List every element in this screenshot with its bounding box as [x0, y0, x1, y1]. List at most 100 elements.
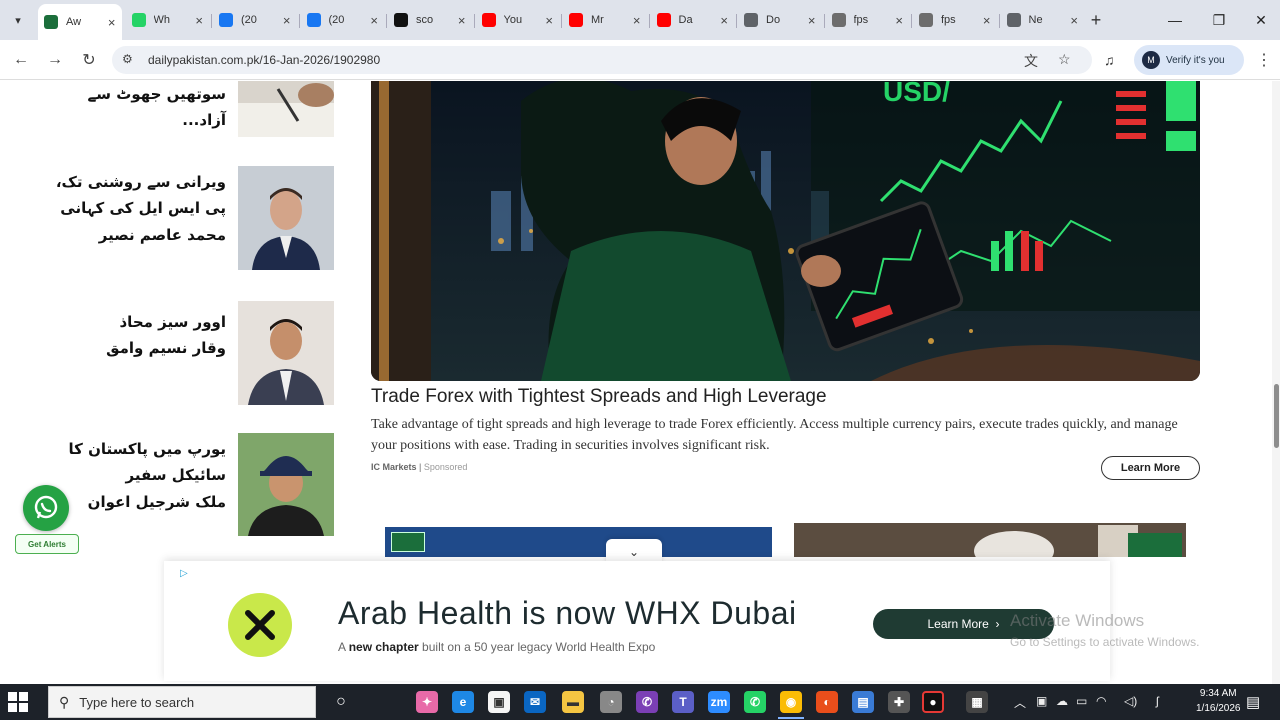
close-tab-icon[interactable]: × — [895, 13, 903, 28]
ad-title[interactable]: Trade Forex with Tightest Spreads and Hi… — [371, 386, 827, 408]
notifications-icon[interactable]: ▤ — [1246, 693, 1260, 711]
close-tab-icon[interactable]: × — [720, 13, 728, 28]
close-tab-icon[interactable]: × — [1070, 13, 1078, 28]
tab-title: sco — [416, 14, 434, 26]
sidebar-thumbnail[interactable] — [238, 166, 334, 270]
ad-advertiser: IC Markets — [371, 462, 417, 472]
battery-icon[interactable]: ▭ — [1076, 694, 1087, 708]
maximize-icon[interactable]: ❐ — [1204, 8, 1234, 32]
store-icon[interactable]: ▣ — [488, 691, 510, 713]
record-icon[interactable]: ● — [922, 691, 944, 713]
browser-tab[interactable]: Da × — [651, 6, 735, 34]
scrollbar-thumb[interactable] — [1274, 384, 1279, 448]
browser-tab[interactable]: Aw × — [38, 4, 122, 40]
sidebar-thumbnail[interactable] — [238, 81, 334, 137]
menu-icon[interactable]: ⋮ — [1256, 50, 1272, 70]
wifi-icon[interactable]: ◠ — [1096, 694, 1106, 708]
taskbar-search-box[interactable]: ⚲ Type here to search — [48, 686, 316, 718]
banner-headline[interactable]: Arab Health is now WHX Dubai — [338, 595, 797, 632]
browser-tab[interactable]: fps × — [913, 6, 997, 34]
tray-icon[interactable]: ▣ — [1036, 694, 1047, 708]
app-icon[interactable]: ◔ — [600, 691, 622, 713]
browser-tab[interactable]: sco × — [388, 6, 472, 34]
teams-icon[interactable]: T — [672, 691, 694, 713]
copilot-icon[interactable]: ✦ — [416, 691, 438, 713]
close-tab-icon[interactable]: × — [633, 13, 641, 28]
clock-time: 9:34 AM — [1199, 688, 1237, 699]
tab-separator — [211, 14, 212, 28]
close-window-icon[interactable]: ✕ — [1246, 8, 1276, 32]
close-tab-icon[interactable]: × — [983, 13, 991, 28]
windows-taskbar: ⚲ Type here to search ○ ✦ e ▣ ✉ ▬ ◔ ✆ T z… — [0, 684, 1280, 720]
browser-tab[interactable]: You × — [476, 6, 560, 34]
minimize-icon[interactable]: — — [1160, 8, 1190, 32]
volume-icon[interactable]: ◁) — [1124, 694, 1137, 708]
chrome-taskbar-icon[interactable]: ◉ — [780, 691, 802, 713]
edge-icon[interactable]: e — [452, 691, 474, 713]
app-icon[interactable]: ▤ — [852, 691, 874, 713]
close-tab-icon[interactable]: × — [808, 13, 816, 28]
address-bar[interactable]: ⚙ dailypakistan.com.pk/16-Jan-2026/19029… — [112, 46, 1092, 74]
new-tab-button[interactable]: + — [1084, 8, 1108, 32]
sidebar-item-title[interactable]: ویرانی سے روشنی تک، پی ایس ایل کی کہانی … — [40, 169, 226, 248]
close-tab-icon[interactable]: × — [108, 15, 116, 30]
learn-more-button[interactable]: Learn More — [1101, 456, 1200, 480]
adchoices-icon[interactable]: ▷ — [180, 568, 188, 579]
browser-tab[interactable]: (20 × — [301, 6, 385, 34]
whatsapp-taskbar-icon[interactable]: ✆ — [744, 691, 766, 713]
browser-tab[interactable]: Wh × — [126, 6, 210, 34]
ad-hero-image[interactable]: USD/ — [371, 81, 1200, 381]
back-icon[interactable]: ← — [10, 49, 32, 71]
close-tab-icon[interactable]: × — [458, 13, 466, 28]
zoom-icon[interactable]: zm — [708, 691, 730, 713]
sidebar-item-title[interactable]: سوتھیں جھوٹ سے آزاد... — [40, 81, 227, 134]
whatsapp-button[interactable] — [23, 485, 69, 531]
forward-icon[interactable]: → — [44, 49, 66, 71]
sidebar-item-title[interactable]: اوور سیز محاذ وقار نسیم وامق — [40, 309, 226, 362]
windows-start-icon[interactable] — [8, 692, 28, 712]
outlook-icon[interactable]: ✉ — [524, 691, 546, 713]
whx-logo-icon — [228, 593, 292, 657]
file-explorer-icon[interactable]: ▬ — [562, 691, 584, 713]
close-tab-icon[interactable]: × — [370, 13, 378, 28]
browser-tab[interactable]: Do × — [738, 6, 822, 34]
taskbar-clock[interactable]: 9:34 AM 1/16/2026 — [1196, 686, 1241, 716]
site-info-icon[interactable]: ⚙ — [122, 52, 133, 66]
clock-date: 1/16/2026 — [1196, 703, 1241, 714]
browser-tab[interactable]: (20 × — [213, 6, 297, 34]
app-icon[interactable]: ✚ — [888, 691, 910, 713]
reload-icon[interactable]: ↻ — [78, 49, 100, 71]
close-tab-icon[interactable]: × — [195, 13, 203, 28]
tab-title: Aw — [66, 16, 82, 28]
article-card[interactable] — [794, 523, 1186, 557]
sidebar-thumbnail[interactable] — [238, 433, 334, 536]
task-view-icon[interactable]: ○ — [330, 691, 352, 713]
browser-tab[interactable]: Ne × — [1001, 6, 1085, 34]
app-icon[interactable]: ▦ — [966, 691, 988, 713]
tab-search-icon[interactable]: ▾ — [6, 8, 30, 32]
viber-icon[interactable]: ✆ — [636, 691, 658, 713]
browser-toolbar: ← → ↻ ⚙ dailypakistan.com.pk/16-Jan-2026… — [0, 40, 1280, 80]
get-alerts-label[interactable]: Get Alerts — [15, 534, 79, 554]
show-hidden-icons[interactable]: ︿ — [1014, 694, 1026, 711]
tab-title: (20 — [328, 14, 345, 26]
app-icon[interactable]: ◐ — [816, 691, 838, 713]
translate-icon[interactable]: ⽂ — [1024, 51, 1038, 71]
page-scrollbar[interactable] — [1272, 81, 1280, 684]
article-card[interactable] — [385, 527, 772, 557]
bookmark-star-icon[interactable]: ☆ — [1058, 51, 1071, 68]
sidebar-thumbnail[interactable] — [238, 301, 334, 405]
language-icon[interactable]: ʃ — [1156, 694, 1159, 708]
browser-tab[interactable]: fps × — [826, 6, 910, 34]
tab-separator — [648, 14, 650, 28]
close-tab-icon[interactable]: × — [283, 13, 291, 28]
ad-description: Take advantage of tight spreads and high… — [371, 417, 1178, 453]
profile-verify-button[interactable]: M Verify it's you — [1134, 45, 1244, 75]
browser-tab[interactable]: Mr × — [563, 6, 647, 34]
tab-separator — [386, 14, 387, 28]
webpage: سوتھیں جھوٹ سے آزاد... ویرانی سے روشنی ت… — [0, 81, 1280, 684]
banner-subtitle-bold: new chapter — [348, 640, 419, 654]
close-tab-icon[interactable]: × — [545, 13, 553, 28]
cloud-icon[interactable]: ☁ — [1056, 694, 1068, 708]
media-control-icon[interactable]: ♫ — [1104, 52, 1115, 68]
